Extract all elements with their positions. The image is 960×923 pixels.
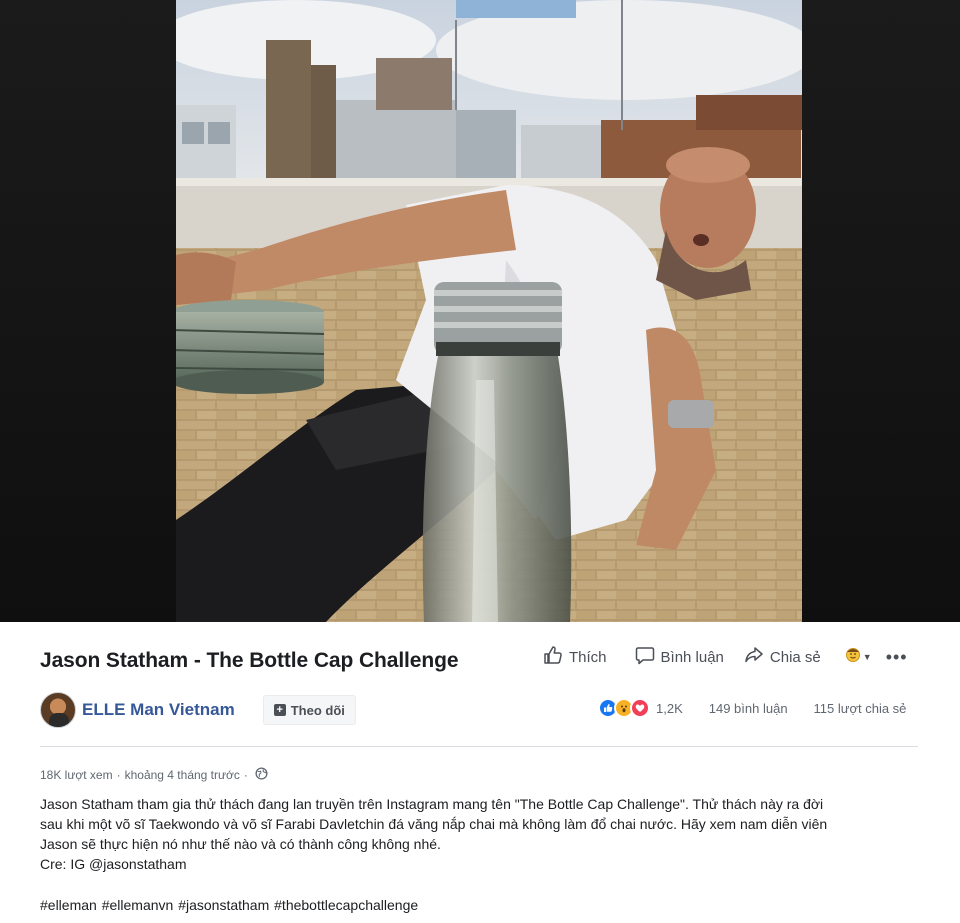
page-row: ELLE Man Vietnam + Theo dõi — [40, 692, 356, 728]
comment-count[interactable]: 149 bình luận — [709, 701, 788, 716]
share-label: Chia sẻ — [769, 648, 821, 666]
description-credit: Cre: IG @jasonstatham — [40, 856, 187, 872]
more-icon[interactable]: ••• — [886, 648, 908, 666]
reactions-summary[interactable] — [598, 698, 650, 718]
post-info-panel: Jason Statham - The Bottle Cap Challenge… — [0, 622, 960, 923]
chevron-down-icon: ▼ — [862, 652, 872, 662]
like-label: Thích — [569, 648, 607, 666]
like-button[interactable]: Thích — [543, 645, 607, 669]
post-description: Jason Statham tham gia thử thách đang la… — [40, 794, 920, 874]
video-letterbox-left — [0, 0, 176, 622]
plus-icon: + — [273, 704, 286, 716]
description-line: sau khi một võ sĩ Taekwondo và võ sĩ Far… — [40, 816, 828, 832]
video-frame[interactable] — [176, 0, 802, 622]
description-line: Jason sẽ thực hiện nó như thế nào và có … — [40, 836, 441, 852]
meta-separator: · — [243, 768, 248, 782]
post-timestamp[interactable]: khoảng 4 tháng trước — [125, 768, 240, 782]
love-reaction-icon — [630, 698, 650, 718]
post-meta: 18K lượt xem · khoảng 4 tháng trước · — [40, 767, 268, 783]
share-arrow-icon — [744, 645, 770, 669]
thumbs-up-icon — [543, 645, 569, 669]
reaction-count[interactable]: 1,2K — [656, 701, 683, 716]
audience-selector[interactable]: ▼ — [845, 647, 872, 668]
globe-icon[interactable] — [252, 767, 268, 783]
comment-button[interactable]: Bình luận — [635, 645, 724, 669]
audience-icon — [845, 647, 861, 668]
page-name-link[interactable]: ELLE Man Vietnam — [82, 700, 235, 720]
share-count[interactable]: 115 lượt chia sẻ — [814, 701, 907, 716]
comment-label: Bình luận — [660, 648, 724, 666]
follow-button[interactable]: + Theo dõi — [262, 695, 356, 725]
hashtags[interactable]: #elleman #ellemanvn #jasonstatham #thebo… — [40, 897, 418, 913]
meta-separator: · — [116, 768, 121, 782]
stats-row: 1,2K 149 bình luận 115 lượt chia sẻ — [598, 698, 906, 718]
description-line: Jason Statham tham gia thử thách đang la… — [40, 796, 824, 812]
divider — [40, 746, 918, 747]
action-bar: Thích Bình luận Chia sẻ ▼ ••• — [543, 646, 908, 668]
video-letterbox-right — [802, 0, 960, 622]
follow-label: Theo dõi — [290, 702, 345, 718]
view-count: 18K lượt xem — [40, 768, 113, 782]
share-button[interactable]: Chia sẻ — [744, 645, 821, 669]
comment-icon — [635, 645, 661, 669]
video-player[interactable] — [0, 0, 960, 622]
video-still-image — [176, 0, 802, 622]
video-title: Jason Statham - The Bottle Cap Challenge — [40, 649, 459, 672]
avatar[interactable] — [40, 692, 76, 728]
